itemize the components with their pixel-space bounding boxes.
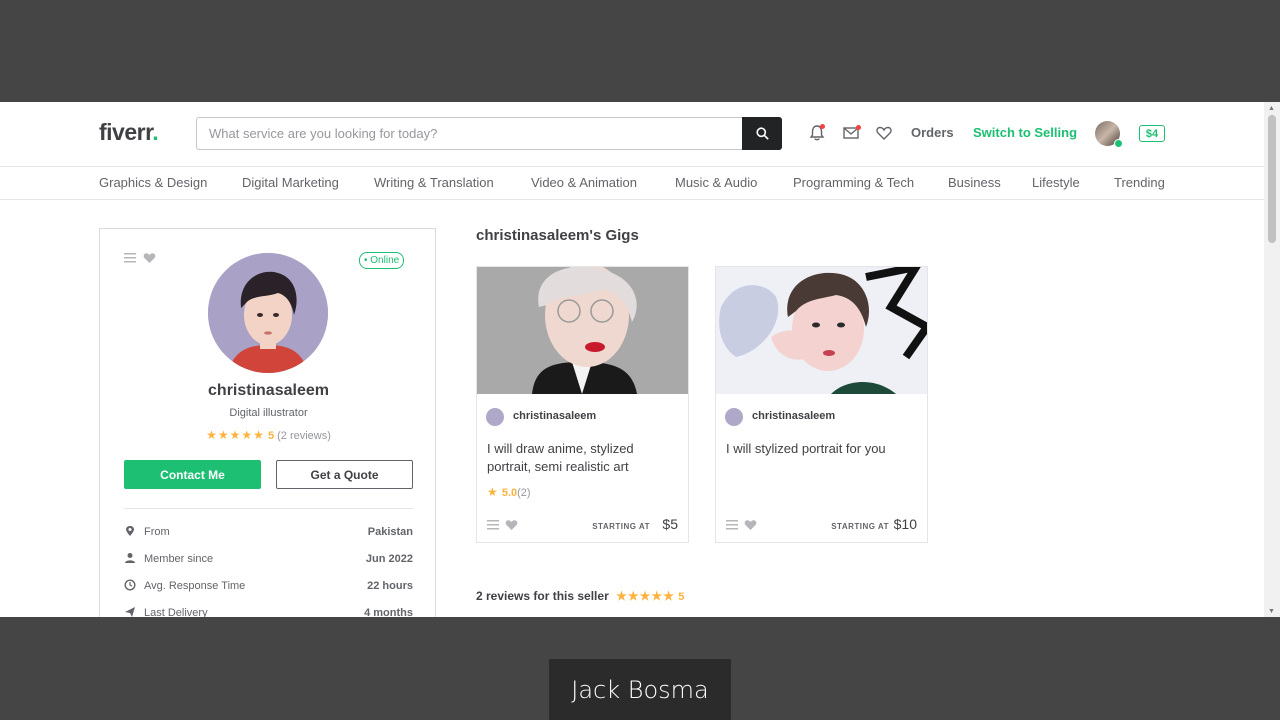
nav-lifestyle[interactable]: Lifestyle <box>1032 175 1080 190</box>
rating-stars: ★★★★★ <box>206 428 265 442</box>
reviews-stars: ★★★★★ <box>616 589 675 603</box>
nav-video-animation[interactable]: Video & Animation <box>531 175 637 190</box>
gig-rating: ★ 5.0(2) <box>487 485 531 499</box>
gig-card[interactable]: christinasaleem I will stylized portrait… <box>715 266 928 543</box>
heart-outline-icon <box>876 126 892 140</box>
gig-card[interactable]: christinasaleem I will draw anime, styli… <box>476 266 689 543</box>
switch-to-selling-link[interactable]: Switch to Selling <box>973 125 1077 140</box>
gig-thumbnail[interactable] <box>477 267 688 394</box>
gig-seller-name: christinasaleem <box>752 410 836 422</box>
gig-star-icon: ★ <box>487 485 499 499</box>
page-scrollbar[interactable]: ▲ ▼ <box>1264 102 1280 617</box>
gig-seller-name: christinasaleem <box>513 410 597 422</box>
heart-icon[interactable] <box>505 519 518 531</box>
top-header: fiverr. Orders Switch to Selling $4 <box>0 102 1264 167</box>
online-indicator <box>1114 139 1123 148</box>
starting-at-label: STARTING AT <box>831 522 889 531</box>
location-pin-icon <box>126 526 134 536</box>
scrollbar-thumb[interactable] <box>1268 115 1276 243</box>
gig-price: $10 <box>893 516 917 532</box>
search-input[interactable] <box>197 118 745 149</box>
clock-icon <box>124 579 136 591</box>
orders-link[interactable]: Orders <box>911 125 954 140</box>
notification-dot <box>820 124 825 129</box>
stat-member-since: Member since Jun 2022 <box>124 552 413 568</box>
nav-trending[interactable]: Trending <box>1114 175 1165 190</box>
seller-rating: ★★★★★ 5 (2 reviews) <box>100 428 437 442</box>
gig-seller-avatar <box>486 408 504 426</box>
notifications-button[interactable] <box>808 124 826 142</box>
gig-seller-avatar <box>725 408 743 426</box>
heart-icon[interactable] <box>143 252 156 264</box>
reviews-rating: 5 <box>678 591 685 603</box>
rating-value: 5 <box>267 430 275 442</box>
balance-badge[interactable]: $4 <box>1139 125 1165 142</box>
nav-programming-tech[interactable]: Programming & Tech <box>793 175 914 190</box>
menu-icon[interactable] <box>124 253 136 263</box>
gig-title-link[interactable]: I will draw anime, stylized portrait, se… <box>487 440 677 476</box>
paper-plane-icon <box>125 607 135 617</box>
stat-response-time: Avg. Response Time 22 hours <box>124 579 413 595</box>
online-status-badge: • Online <box>359 252 405 269</box>
gig-title-link[interactable]: I will stylized portrait for you <box>726 440 916 458</box>
gigs-section-title: christinasaleem's Gigs <box>476 227 639 244</box>
search-bar <box>196 117 782 150</box>
favorites-button[interactable] <box>875 124 893 142</box>
scroll-down-arrow-icon[interactable]: ▼ <box>1268 608 1275 615</box>
gig-image <box>477 267 688 394</box>
divider <box>124 508 413 509</box>
seller-tagline: Digital illustrator <box>229 407 308 419</box>
menu-icon[interactable] <box>726 520 738 530</box>
search-button[interactable] <box>742 117 782 150</box>
reviews-heading: 2 reviews for this seller ★★★★★ 5 <box>476 589 685 603</box>
category-nav: Graphics & Design Digital Marketing Writ… <box>0 167 1264 200</box>
menu-icon[interactable] <box>487 520 499 530</box>
seller-portrait-image <box>208 253 328 373</box>
stat-last-delivery: Last Delivery 4 months <box>124 606 413 617</box>
seller-avatar[interactable] <box>208 253 328 373</box>
nav-graphics-design[interactable]: Graphics & Design <box>99 175 207 190</box>
nav-digital-marketing[interactable]: Digital Marketing <box>242 175 339 190</box>
starting-at-label: STARTING AT <box>592 522 650 531</box>
gig-footer: STARTING AT $5 <box>477 510 688 543</box>
fiverr-page: fiverr. Orders Switch to Selling $4 Grap… <box>0 102 1280 617</box>
heart-icon[interactable] <box>744 519 757 531</box>
user-icon <box>125 553 135 563</box>
scroll-up-arrow-icon[interactable]: ▲ <box>1268 105 1275 112</box>
gig-image <box>716 267 927 394</box>
reviews-count-link[interactable]: (2 reviews) <box>277 430 331 442</box>
search-icon <box>755 127 769 140</box>
nav-music-audio[interactable]: Music & Audio <box>675 175 757 190</box>
gig-footer: STARTING AT $10 <box>716 510 927 543</box>
video-caption: Jack Bosma <box>549 659 731 720</box>
stat-from: From Pakistan <box>124 525 413 541</box>
nav-business[interactable]: Business <box>948 175 1001 190</box>
seller-profile-card: • Online christinasaleem Digital illustr… <box>99 228 436 617</box>
fiverr-logo[interactable]: fiverr. <box>99 119 159 146</box>
messages-button[interactable] <box>842 124 861 142</box>
nav-writing-translation[interactable]: Writing & Translation <box>374 175 494 190</box>
seller-username[interactable]: christinasaleem <box>100 382 437 400</box>
contact-me-button[interactable]: Contact Me <box>124 460 261 489</box>
get-a-quote-button[interactable]: Get a Quote <box>276 460 413 489</box>
gig-price: $5 <box>662 516 678 532</box>
gig-thumbnail[interactable] <box>716 267 927 394</box>
message-dot <box>856 125 861 130</box>
